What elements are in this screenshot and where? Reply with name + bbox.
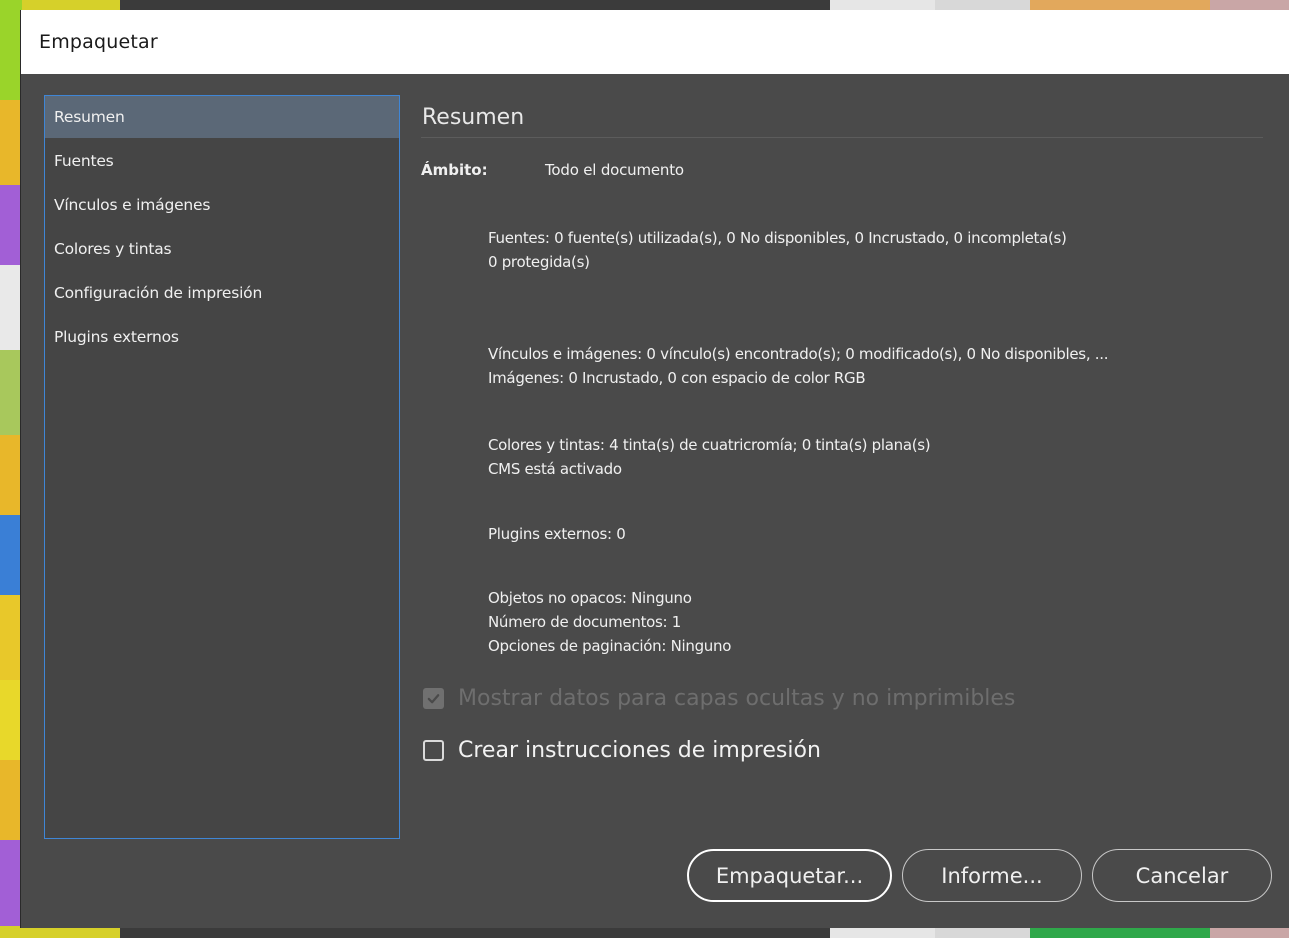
report-button[interactable]: Informe... <box>902 849 1082 902</box>
links-summary: Vínculos e imágenes: 0 vínculo(s) encont… <box>488 342 1108 390</box>
sidebar-item-plugins-externos[interactable]: Plugins externos <box>45 316 399 358</box>
sidebar-item-configuracion-impresion[interactable]: Configuración de impresión <box>45 272 399 314</box>
sidebar-nav: Resumen Fuentes Vínculos e imágenes Colo… <box>44 95 400 839</box>
checkmark-icon <box>427 694 440 704</box>
colors-summary: Colores y tintas: 4 tinta(s) de cuatricr… <box>488 433 931 481</box>
section-title: Resumen <box>422 105 525 130</box>
show-hidden-layers-label: Mostrar datos para capas ocultas y no im… <box>458 686 1016 711</box>
dialog-title: Empaquetar <box>39 31 158 53</box>
print-instructions-checkbox[interactable] <box>423 740 444 761</box>
background-color-strip-top <box>0 0 1289 10</box>
print-instructions-option[interactable]: Crear instrucciones de impresión <box>423 738 821 763</box>
print-instructions-label[interactable]: Crear instrucciones de impresión <box>458 738 821 763</box>
title-divider <box>421 137 1263 138</box>
sidebar-item-resumen[interactable]: Resumen <box>45 96 399 138</box>
links-summary-line: Vínculos e imágenes: 0 vínculo(s) encont… <box>488 345 1109 363</box>
sidebar-item-vinculos-imagenes[interactable]: Vínculos e imágenes <box>45 184 399 226</box>
colors-summary-line: Colores y tintas: 4 tinta(s) de cuatricr… <box>488 436 931 454</box>
objects-summary-line: Opciones de paginación: Ninguno <box>488 637 732 655</box>
objects-summary-line: Objetos no opacos: Ninguno <box>488 589 692 607</box>
colors-summary-line: CMS está activado <box>488 460 622 478</box>
scope-label: Ámbito: <box>421 161 488 179</box>
sidebar-item-colores-tintas[interactable]: Colores y tintas <box>45 228 399 270</box>
fonts-summary-line: Fuentes: 0 fuente(s) utilizada(s), 0 No … <box>488 229 1067 247</box>
links-summary-line: Imágenes: 0 Incrustado, 0 con espacio de… <box>488 369 866 387</box>
dialog-titlebar[interactable]: Empaquetar <box>21 10 1289 74</box>
objects-summary-line: Número de documentos: 1 <box>488 613 682 631</box>
show-hidden-layers-checkbox <box>423 688 444 709</box>
package-dialog: Empaquetar Resumen Fuentes Vínculos e im… <box>20 10 1289 928</box>
scope-value: Todo el documento <box>545 161 684 179</box>
objects-summary: Objetos no opacos: Ninguno Número de doc… <box>488 586 731 658</box>
sidebar-item-fuentes[interactable]: Fuentes <box>45 140 399 182</box>
show-hidden-layers-option: Mostrar datos para capas ocultas y no im… <box>423 686 1015 711</box>
plugins-summary: Plugins externos: 0 <box>488 522 626 546</box>
plugins-summary-line: Plugins externos: 0 <box>488 525 626 543</box>
package-button[interactable]: Empaquetar... <box>687 849 892 902</box>
cancel-button[interactable]: Cancelar <box>1092 849 1272 902</box>
fonts-summary-line: 0 protegida(s) <box>488 253 590 271</box>
background-color-strip-left <box>0 0 22 938</box>
fonts-summary: Fuentes: 0 fuente(s) utilizada(s), 0 No … <box>488 226 1067 274</box>
